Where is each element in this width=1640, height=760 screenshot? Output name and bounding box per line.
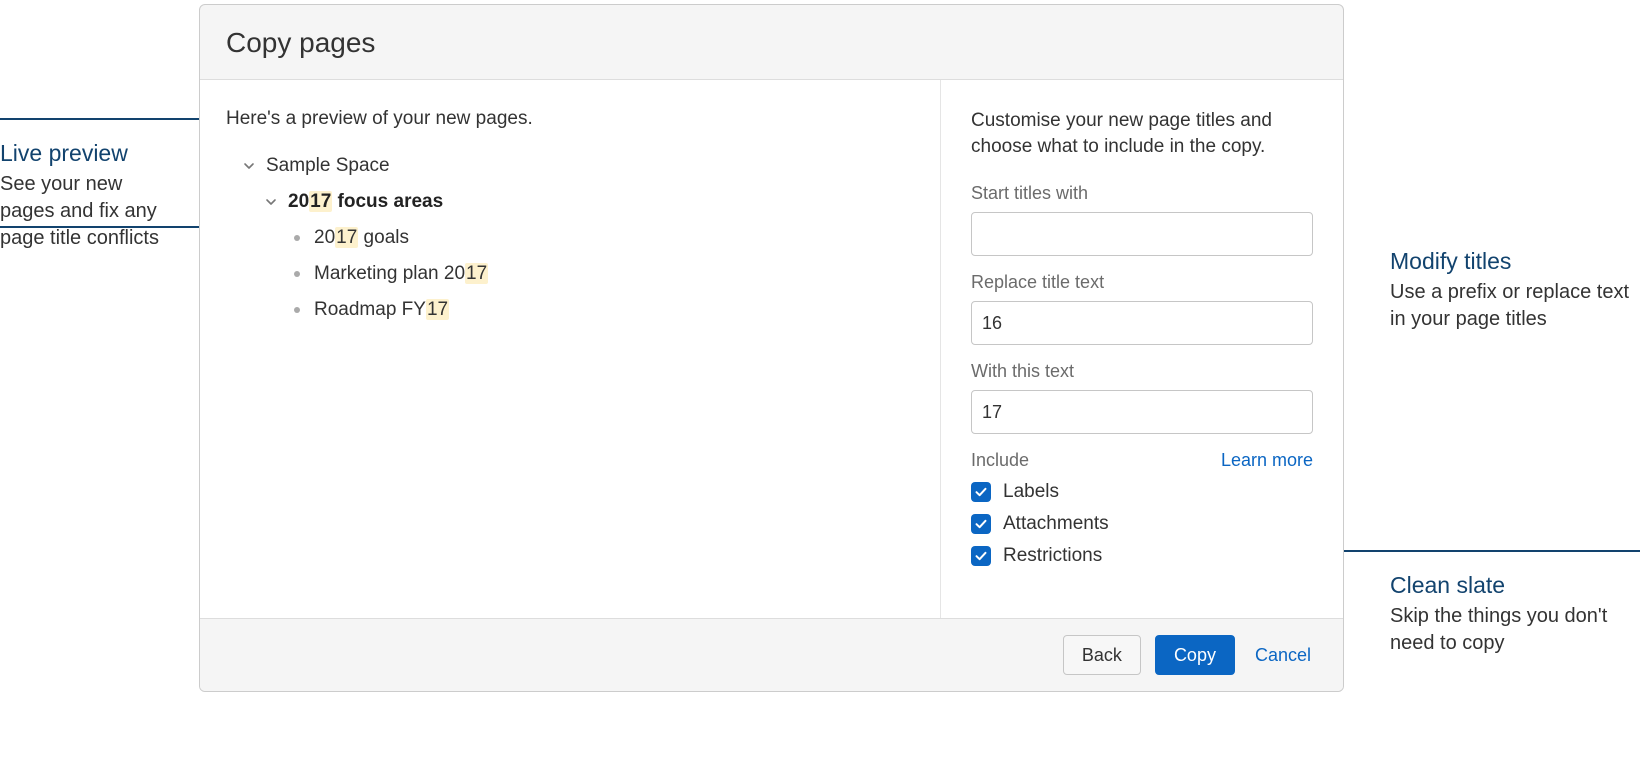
preview-intro: Here's a preview of your new pages. (226, 108, 914, 130)
bullet-icon (294, 307, 300, 313)
annotation-live-preview: Live preview See your new pages and fix … (0, 138, 175, 252)
tree-item-label: Roadmap FY17 (314, 299, 449, 321)
dialog-title: Copy pages (226, 27, 1317, 59)
cancel-link[interactable]: Cancel (1249, 635, 1317, 675)
include-header: Include Learn more (971, 450, 1313, 471)
tree-item[interactable]: 2017 goals (226, 220, 914, 256)
field-label: Replace title text (971, 272, 1313, 293)
bullet-icon (294, 235, 300, 241)
tree-item-label: 2017 goals (314, 227, 409, 249)
tree-item-label: Marketing plan 2017 (314, 263, 488, 285)
tree-root[interactable]: Sample Space (226, 148, 914, 184)
dialog-body: Here's a preview of your new pages. Samp… (200, 80, 1343, 618)
checkbox-label: Restrictions (1003, 545, 1102, 567)
annotation-title: Clean slate (1390, 570, 1640, 601)
field-replace-text: Replace title text (971, 272, 1313, 345)
tree-item[interactable]: Roadmap FY17 (226, 292, 914, 328)
annotation-body: See your new pages and fix any page titl… (0, 171, 175, 252)
tree-item[interactable]: Marketing plan 2017 (226, 256, 914, 292)
annotation-title: Modify titles (1390, 246, 1640, 277)
checkbox-label: Attachments (1003, 513, 1109, 535)
annotation-line-left (0, 118, 200, 120)
checkbox-checked-icon (971, 514, 991, 534)
checkbox-checked-icon (971, 546, 991, 566)
options-panel: Customise your new page titles and choos… (941, 80, 1343, 618)
annotation-modify-titles: Modify titles Use a prefix or replace te… (1390, 246, 1640, 333)
checkbox-checked-icon (971, 482, 991, 502)
checkbox-restrictions[interactable]: Restrictions (971, 545, 1313, 567)
customise-intro: Customise your new page titles and choos… (971, 108, 1313, 159)
annotation-clean-slate: Clean slate Skip the things you don't ne… (1390, 570, 1640, 657)
start-titles-input[interactable] (971, 212, 1313, 256)
include-title: Include (971, 450, 1029, 471)
back-button[interactable]: Back (1063, 635, 1141, 675)
field-with-text: With this text (971, 361, 1313, 434)
copy-pages-dialog: Copy pages Here's a preview of your new … (199, 4, 1344, 692)
tree-root-label: Sample Space (266, 155, 390, 177)
annotation-body: Skip the things you don't need to copy (1390, 603, 1640, 657)
checkbox-labels[interactable]: Labels (971, 481, 1313, 503)
field-label: With this text (971, 361, 1313, 382)
annotation-body: Use a prefix or replace text in your pag… (1390, 279, 1640, 333)
preview-panel: Here's a preview of your new pages. Samp… (200, 80, 941, 618)
annotation-title: Live preview (0, 138, 175, 169)
bullet-icon (294, 271, 300, 277)
page-tree: Sample Space 2017 focus areas 2017 goals (226, 148, 914, 328)
checkbox-attachments[interactable]: Attachments (971, 513, 1313, 535)
copy-button[interactable]: Copy (1155, 635, 1235, 675)
with-text-input[interactable] (971, 390, 1313, 434)
checkbox-label: Labels (1003, 481, 1059, 503)
dialog-header: Copy pages (200, 5, 1343, 80)
dialog-footer: Back Copy Cancel (200, 618, 1343, 691)
replace-text-input[interactable] (971, 301, 1313, 345)
tree-item-label: 2017 focus areas (288, 191, 443, 213)
chevron-down-icon (242, 159, 256, 173)
field-label: Start titles with (971, 183, 1313, 204)
field-start-titles: Start titles with (971, 183, 1313, 256)
learn-more-link[interactable]: Learn more (1221, 450, 1313, 471)
tree-item-focus[interactable]: 2017 focus areas (226, 184, 914, 220)
chevron-down-icon (264, 195, 278, 209)
